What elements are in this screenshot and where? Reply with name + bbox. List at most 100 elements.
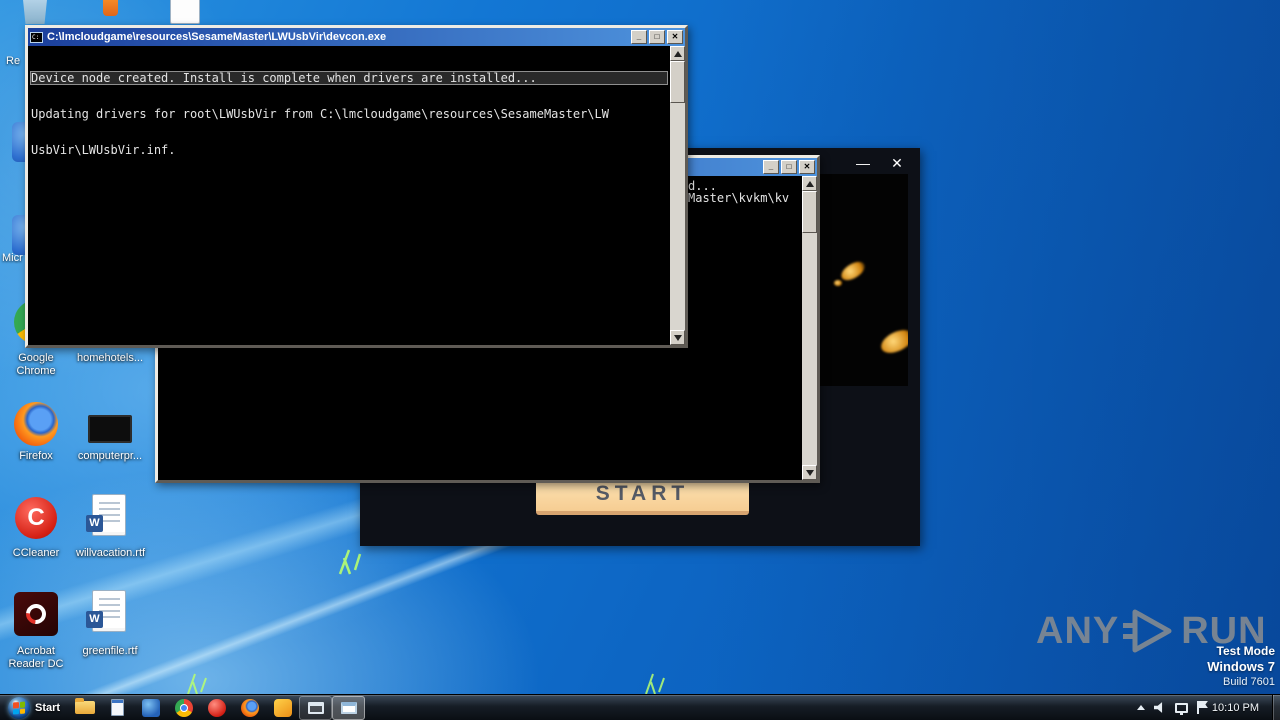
recycle-bin-icon [21,0,49,24]
taskbar-amber-app-button[interactable] [266,696,299,720]
desktop-label-firefox: Firefox [19,450,53,462]
build-label: Build 7601 [1223,676,1275,688]
ccleaner-icon: C [15,497,57,539]
anyrun-brand-left: ANY [1036,609,1120,652]
up-arrow-icon [674,51,682,57]
firefox-icon [14,402,58,446]
console-content: Device node created. Install is complete… [28,46,685,345]
desktop-label-google-chrome: Google Chrome [16,352,56,377]
desktop-icon-ccleaner[interactable]: C [15,497,57,539]
console-line: Updating drivers for root\LWUsbVir from … [31,107,609,121]
start-label: Start [35,701,61,714]
acrobat-loop [21,599,51,629]
desktop-icon-document[interactable] [170,0,200,24]
word-badge: W [86,611,103,628]
amber-app-icon [273,698,292,717]
desktop-label-greenfile: greenfile.rtf [82,645,138,657]
console-text-area: Device node created. Install is complete… [28,46,670,345]
close-button[interactable]: ✕ [667,30,683,44]
red-orb-icon [207,698,226,717]
maximize-button[interactable]: □ [781,160,797,174]
goldfish [877,325,908,358]
scroll-down-button[interactable] [670,330,685,345]
taskbar-open-window-button[interactable] [299,695,333,720]
taskbar-firefox-button[interactable] [233,696,266,720]
show-desktop-button[interactable] [1272,694,1280,720]
scroll-track[interactable] [670,61,685,330]
desktop-label-ccleaner: CCleaner [12,547,60,559]
scroll-up-button[interactable] [670,46,685,61]
desktop-label-computerpr: computerpr... [77,450,143,462]
up-arrow-icon [806,181,814,187]
desktop-label-homehotels: homehotels... [76,352,144,364]
desktop-label-recycle-bin: Re [6,55,21,67]
scroll-down-button[interactable] [802,465,817,480]
window-title: C:\lmcloudgame\resources\SesameMaster\LW… [47,31,387,43]
word-badge: W [86,515,103,532]
desktop-icon-bottle[interactable] [103,0,118,16]
vertical-scrollbar[interactable] [802,176,817,480]
firefox-icon [240,698,259,717]
taskbar-active-window-button[interactable] [332,695,366,720]
windows-orb-icon [8,696,30,719]
desktop-icon-recycle-bin[interactable] [18,0,52,24]
scroll-thumb[interactable] [802,191,817,233]
test-mode-label: Test Mode [1216,644,1275,658]
desktop-icon-acrobat[interactable] [14,592,58,636]
titlebar[interactable]: C: C:\lmcloudgame\resources\SesameMaster… [28,28,685,46]
taskbar-clock[interactable]: 10:10 PM [1208,702,1263,714]
close-button[interactable]: ✕ [888,154,906,172]
console-window-devcon: C: C:\lmcloudgame\resources\SesameMaster… [25,25,688,348]
minimize-button[interactable]: _ [631,30,647,44]
desktop-icon-greenfile[interactable]: W [86,590,126,632]
action-center-flag-icon[interactable] [1196,701,1199,714]
desktop: Re Micr Google Chrome homehotels... Fire… [0,0,1280,720]
taskbar-blue-app-button[interactable] [134,696,167,720]
windows-flag-icon [13,700,25,715]
scroll-track[interactable] [802,191,817,465]
start-button[interactable]: Start [0,695,68,720]
console-line: Device node created. Install is complete… [30,71,668,85]
minimize-button[interactable]: — [854,154,872,172]
taskbar-chrome-button[interactable] [167,696,200,720]
document-icon [111,699,125,716]
os-label: Windows 7 [1207,659,1275,674]
desktop-icon-willvacation[interactable]: W [86,494,126,536]
taskbar-document-app-button[interactable] [101,696,134,720]
desktop-icon-firefox[interactable] [14,402,58,446]
close-button[interactable]: ✕ [799,160,815,174]
flag-pane [13,708,19,715]
flag-pane [13,701,19,708]
show-hidden-icons-button[interactable] [1136,705,1145,710]
desktop-icon-computerpr[interactable] [88,415,132,443]
window-icon [340,701,357,714]
folder-icon [74,698,95,714]
network-icon[interactable] [1174,702,1188,715]
flag-pane [19,700,25,707]
scroll-up-button[interactable] [802,176,817,191]
vertical-scrollbar[interactable] [670,46,685,345]
word-document-icon: W [86,494,126,536]
taskbar-icons [68,695,366,720]
chrome-icon [174,698,193,717]
flag-pane [19,707,25,714]
maximize-button[interactable]: □ [649,30,665,44]
goldfish-small [834,280,842,286]
system-tray: 10:10 PM [1136,694,1280,720]
console-icon: C: [30,31,43,43]
blue-app-icon [141,698,160,717]
scroll-thumb[interactable] [670,61,685,103]
console-line: UsbVir\LWUsbVir.inf. [31,143,176,157]
word-document-icon: W [86,590,126,632]
minimize-button[interactable]: _ [763,160,779,174]
taskbar-red-app-button[interactable] [200,696,233,720]
goldfish [838,258,868,284]
down-arrow-icon [674,335,682,341]
taskbar: Start 10:10 PM [0,694,1280,720]
game-window-controls: — ✕ [854,154,906,172]
volume-icon[interactable] [1153,702,1163,713]
green-sparkle [338,549,362,575]
taskbar-explorer-button[interactable] [68,696,101,720]
down-arrow-icon [806,470,814,476]
console-text-fragment: Master\kvkm\kv [688,191,790,205]
